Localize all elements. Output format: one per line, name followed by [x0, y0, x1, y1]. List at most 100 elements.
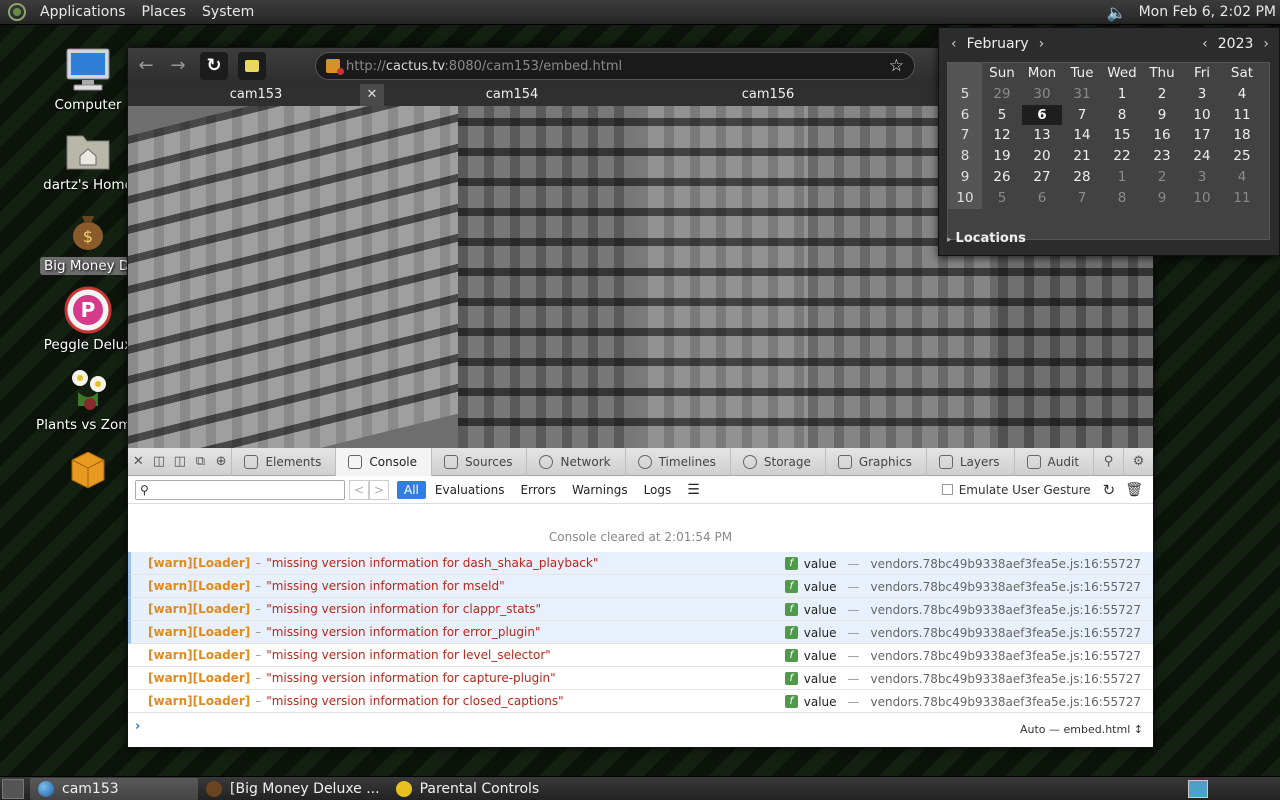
calendar-day[interactable]: 30 — [1022, 84, 1062, 105]
calendar-day[interactable]: 16 — [1142, 125, 1182, 146]
calendar-day[interactable]: 18 — [1222, 125, 1262, 146]
calendar-day[interactable]: 27 — [1022, 167, 1062, 188]
back-button[interactable]: ← — [132, 52, 160, 80]
url-text[interactable]: http://cactus.tv:8080/cam153/embed.html — [346, 59, 889, 74]
locations-expander[interactable]: ▸ Locations — [947, 231, 1026, 246]
gear-icon[interactable]: ⚙ — [1123, 447, 1153, 476]
emulate-checkbox[interactable] — [941, 484, 953, 495]
calendar-day[interactable]: 7 — [1062, 188, 1102, 209]
source-link[interactable]: vendors.78bc49b9338aef3fea5e.js:16:55727 — [871, 695, 1141, 709]
detach-window-icon[interactable]: ⧉ — [190, 448, 211, 476]
calendar-day[interactable]: 5 — [982, 188, 1022, 209]
calendar-day[interactable]: 14 — [1062, 125, 1102, 146]
console-row[interactable]: [warn][Loader] – "missing version informat… — [128, 644, 1153, 667]
search-icon[interactable]: ⚲ — [1093, 447, 1123, 476]
trash-icon[interactable]: 🗑 — [1125, 482, 1143, 498]
prev-month-button[interactable]: ‹ — [951, 36, 957, 52]
dock-right-icon[interactable]: ◫ — [169, 448, 190, 476]
calendar-day[interactable]: 22 — [1102, 146, 1142, 167]
source-link[interactable]: vendors.78bc49b9338aef3fea5e.js:16:55727 — [871, 580, 1141, 594]
bookmark-star-icon[interactable]: ☆ — [889, 56, 904, 76]
calendar-day[interactable]: 23 — [1142, 146, 1182, 167]
console-row[interactable]: [warn][Loader] – "missing version informat… — [128, 552, 1153, 575]
calendar-day[interactable]: 12 — [982, 125, 1022, 146]
console-prompt[interactable]: › — [135, 719, 140, 734]
calendar-day[interactable]: 24 — [1182, 146, 1222, 167]
filter-errors[interactable]: Errors — [513, 481, 563, 499]
console-search-input[interactable]: ⚲ — [135, 479, 345, 500]
calendar-day[interactable]: 9 — [1142, 188, 1182, 209]
close-inspector-icon[interactable]: ✕ — [128, 448, 149, 476]
emulate-user-gesture[interactable]: Emulate User Gesture ↻ 🗑 — [941, 481, 1153, 499]
bookmarks-button[interactable] — [238, 52, 266, 80]
calendar-day[interactable]: 5 — [982, 105, 1022, 126]
filter-logs[interactable]: Logs — [637, 481, 679, 499]
tab-audit[interactable]: Audit — [1013, 447, 1093, 476]
url-bar[interactable]: http://cactus.tv:8080/cam153/embed.html … — [315, 52, 915, 80]
calendar-day[interactable]: 28 — [1062, 167, 1102, 188]
calendar-day[interactable]: 9 — [1142, 105, 1182, 126]
show-desktop-button[interactable] — [2, 778, 24, 799]
console-row[interactable]: [warn][Loader] – "missing version informat… — [128, 690, 1153, 713]
calendar-day[interactable]: 10 — [1182, 188, 1222, 209]
dock-bottom-icon[interactable]: ◫ — [149, 448, 170, 476]
console-row[interactable]: [warn][Loader] – "missing version informat… — [128, 621, 1153, 644]
calendar-day[interactable]: 11 — [1222, 188, 1262, 209]
tab-graphics[interactable]: Graphics — [824, 447, 926, 476]
source-link[interactable]: vendors.78bc49b9338aef3fea5e.js:16:55727 — [871, 557, 1141, 571]
tab-storage[interactable]: Storage — [729, 447, 825, 476]
reload-button[interactable]: ↻ — [200, 52, 228, 80]
insecure-connection-icon[interactable] — [326, 59, 344, 75]
menu-applications[interactable]: Applications — [32, 4, 134, 20]
filter-all[interactable]: All — [397, 480, 426, 499]
inspect-element-icon[interactable]: ⊕ — [211, 448, 232, 476]
source-link[interactable]: vendors.78bc49b9338aef3fea5e.js:16:55727 — [871, 672, 1141, 686]
filter-warnings[interactable]: Warnings — [565, 481, 635, 499]
next-match-button[interactable]: > — [369, 479, 389, 500]
console-row[interactable]: [warn][Loader] – "missing version informat… — [128, 598, 1153, 621]
panel-clock[interactable]: Mon Feb 6, 2:02 PM — [1139, 4, 1276, 20]
calendar-day[interactable]: 8 — [1102, 188, 1142, 209]
tab-cam156[interactable]: cam156 — [640, 84, 896, 106]
calendar-day[interactable]: 4 — [1222, 84, 1262, 105]
volume-icon[interactable]: 🔈 — [1107, 3, 1127, 22]
forward-button[interactable]: → — [164, 52, 192, 80]
calendar-day[interactable]: 19 — [982, 146, 1022, 167]
calendar-day-today[interactable]: 6 — [1022, 104, 1062, 126]
calendar-day[interactable]: 25 — [1222, 146, 1262, 167]
reload-console-icon[interactable]: ↻ — [1103, 481, 1116, 499]
tab-timelines[interactable]: Timelines — [624, 447, 730, 476]
tab-console[interactable]: Console — [335, 447, 432, 476]
calendar-day[interactable]: 2 — [1142, 167, 1182, 188]
workspace-switcher[interactable] — [1188, 779, 1208, 798]
tab-cam153[interactable]: cam153 ✕ — [128, 84, 384, 106]
close-icon[interactable]: ✕ — [360, 84, 384, 106]
tab-cam154[interactable]: cam154 — [384, 84, 640, 106]
calendar-day[interactable]: 10 — [1182, 105, 1222, 126]
calendar-day[interactable]: 11 — [1222, 105, 1262, 126]
tab-network[interactable]: Network — [526, 447, 624, 476]
prev-year-button[interactable]: ‹ — [1202, 36, 1208, 52]
calendar-day[interactable]: 20 — [1022, 146, 1062, 167]
calendar-day[interactable]: 17 — [1182, 125, 1222, 146]
calendar-day[interactable]: 15 — [1102, 125, 1142, 146]
calendar-day[interactable]: 13 — [1022, 125, 1062, 146]
source-link[interactable]: vendors.78bc49b9338aef3fea5e.js:16:55727 — [871, 603, 1141, 617]
execution-context-select[interactable]: Auto — embed.html ↕ — [1020, 723, 1143, 736]
next-year-button[interactable]: › — [1263, 36, 1269, 52]
calendar-day[interactable]: 21 — [1062, 146, 1102, 167]
calendar-day[interactable]: 1 — [1102, 84, 1142, 105]
tab-layers[interactable]: Layers — [925, 447, 1014, 476]
calendar-day[interactable]: 1 — [1102, 167, 1142, 188]
calendar-day[interactable]: 8 — [1102, 105, 1142, 126]
distro-logo-icon[interactable] — [8, 3, 26, 21]
console-row[interactable]: [warn][Loader] – "missing version informat… — [128, 667, 1153, 690]
source-link[interactable]: vendors.78bc49b9338aef3fea5e.js:16:55727 — [871, 626, 1141, 640]
menu-system[interactable]: System — [194, 4, 262, 20]
taskbar-item-big-money[interactable]: [Big Money Deluxe ... — [198, 778, 388, 800]
filter-options-icon[interactable]: ☰ — [680, 480, 707, 500]
calendar-day[interactable]: 6 — [1022, 188, 1062, 209]
filter-evaluations[interactable]: Evaluations — [428, 481, 512, 499]
next-month-button[interactable]: › — [1039, 36, 1045, 52]
calendar-day[interactable]: 29 — [982, 84, 1022, 105]
